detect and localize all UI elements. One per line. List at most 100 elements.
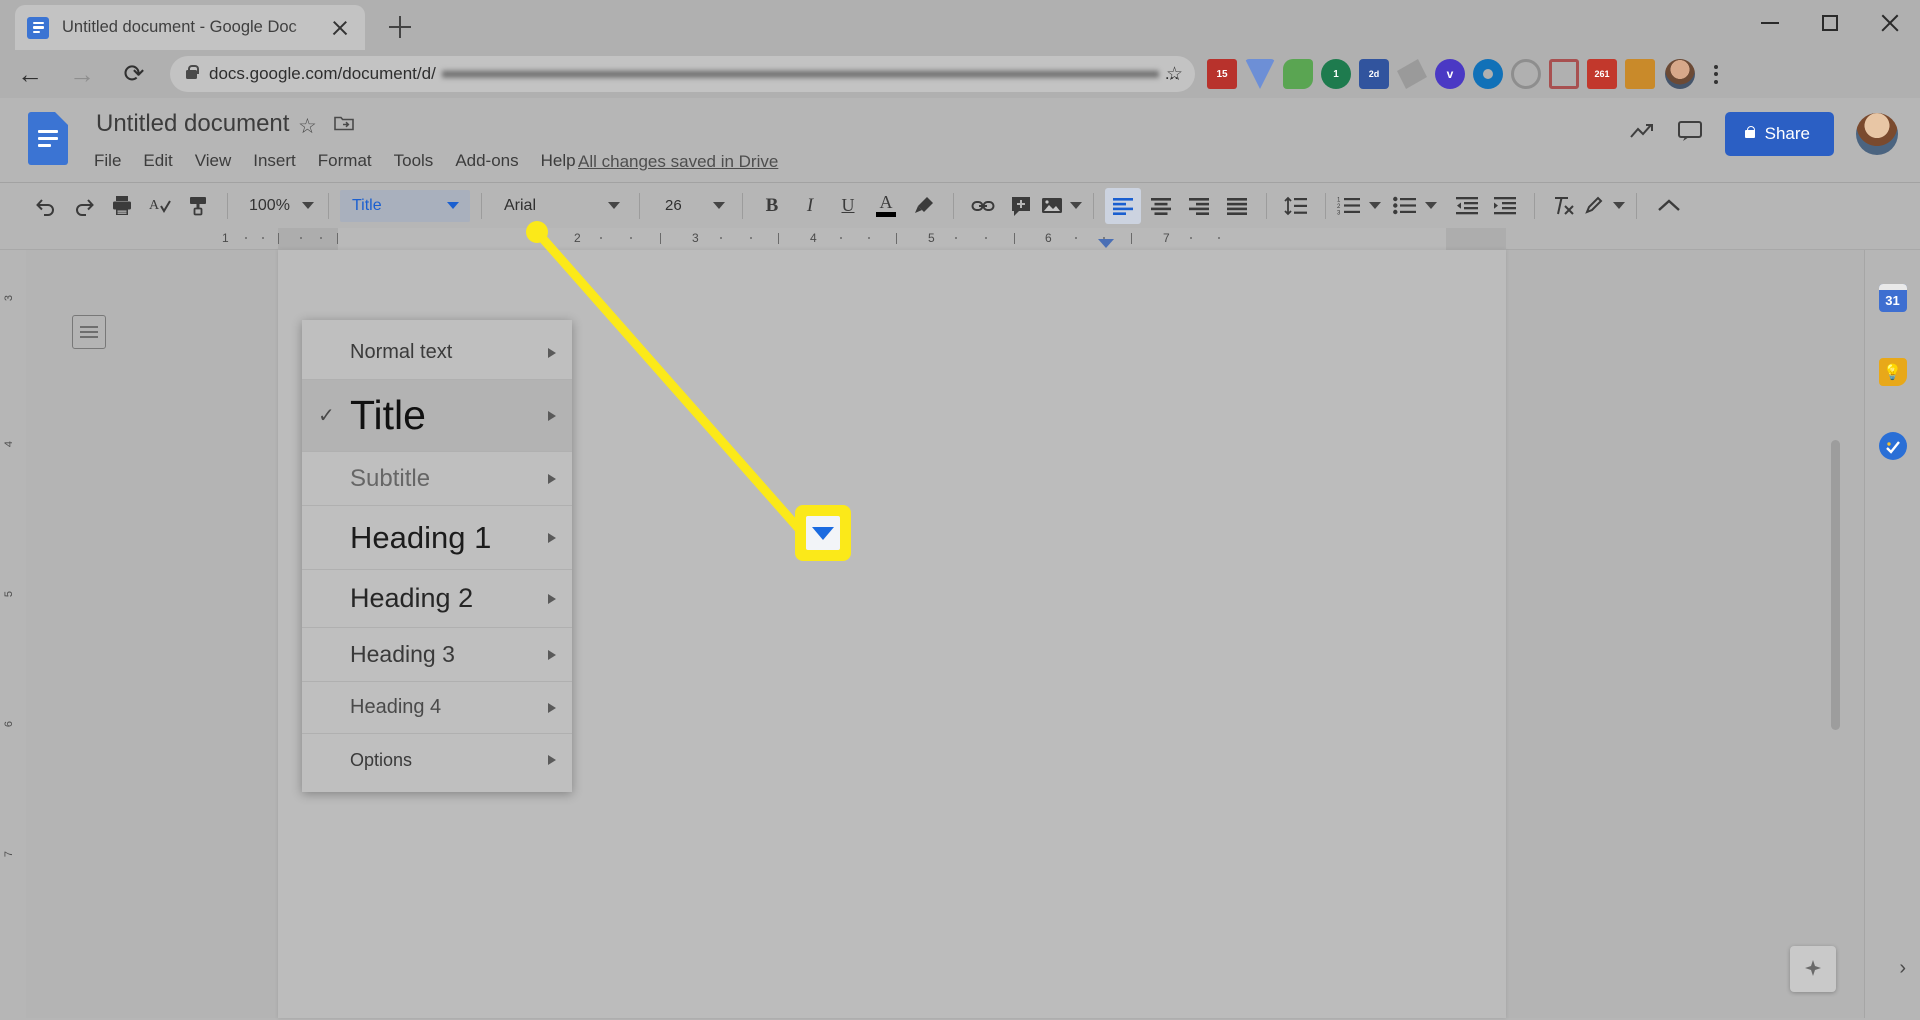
move-to-folder-icon[interactable]: [334, 114, 354, 137]
zoom-select[interactable]: 100%: [239, 188, 317, 224]
calendar-extension-icon[interactable]: 15: [1207, 59, 1237, 89]
text-color-letter: A: [879, 192, 893, 212]
explore-button[interactable]: [1790, 946, 1836, 992]
window-close-button[interactable]: [1860, 0, 1920, 46]
editing-mode-icon[interactable]: [1584, 188, 1625, 224]
url-input[interactable]: docs.google.com/document/d/ ... ☆: [170, 56, 1195, 92]
google-calendar-icon[interactable]: 31: [1878, 284, 1907, 312]
vertical-scrollbar[interactable]: [1831, 440, 1840, 730]
chili-extension-icon[interactable]: [1397, 59, 1427, 89]
forward-arrow-icon[interactable]: →: [60, 52, 104, 96]
align-justify-icon[interactable]: [1219, 188, 1255, 224]
close-tab-icon[interactable]: [327, 15, 353, 41]
document-title[interactable]: Untitled document: [96, 110, 289, 138]
style-option-heading-1[interactable]: Heading 1: [302, 506, 572, 570]
undo-icon[interactable]: [28, 188, 64, 224]
style-option-heading-4[interactable]: Heading 4: [302, 682, 572, 734]
bulleted-list-icon[interactable]: [1393, 188, 1437, 224]
font-family-select[interactable]: Arial: [493, 188, 628, 224]
right-indent-marker[interactable]: [1098, 239, 1114, 248]
align-right-icon[interactable]: [1181, 188, 1217, 224]
italic-button[interactable]: I: [792, 188, 828, 224]
expand-rail-icon[interactable]: ›: [1899, 957, 1906, 980]
increase-indent-icon[interactable]: [1487, 188, 1523, 224]
2d-extension-icon[interactable]: 2d: [1359, 59, 1389, 89]
chevron-down-icon: [713, 202, 725, 209]
font-size-select[interactable]: 26: [651, 188, 731, 224]
horizontal-ruler[interactable]: 1 2 3 4 5 6 7: [0, 228, 1920, 250]
menu-tools[interactable]: Tools: [394, 151, 434, 171]
style-option-title[interactable]: ✓ Title: [302, 380, 572, 452]
new-tab-button[interactable]: [383, 10, 417, 44]
collapse-toolbar-icon[interactable]: [1648, 188, 1690, 224]
window-maximize-button[interactable]: [1800, 0, 1860, 46]
comments-icon[interactable]: [1677, 119, 1703, 149]
y-extension-icon[interactable]: [1245, 59, 1275, 89]
google-keep-icon[interactable]: 💡: [1878, 358, 1907, 386]
style-option-heading-3[interactable]: Heading 3: [302, 628, 572, 682]
document-outline-icon[interactable]: [72, 315, 106, 349]
share-button[interactable]: Share: [1724, 112, 1834, 156]
menu-add-ons[interactable]: Add-ons: [455, 151, 518, 171]
numbered-list-icon[interactable]: 123: [1337, 188, 1381, 224]
box-extension-icon[interactable]: [1549, 59, 1579, 89]
menu-view[interactable]: View: [195, 151, 232, 171]
ring-extension-icon[interactable]: [1511, 59, 1541, 89]
print-icon[interactable]: [104, 188, 140, 224]
abp-extension-icon[interactable]: 261: [1587, 59, 1617, 89]
image-icon[interactable]: [1041, 188, 1082, 224]
style-option-normal-text[interactable]: Normal text: [302, 326, 572, 380]
bookmark-star-icon[interactable]: ☆: [1166, 63, 1183, 86]
clear-formatting-icon[interactable]: [1546, 188, 1582, 224]
browser-tab[interactable]: Untitled document - Google Doc: [15, 5, 365, 50]
google-docs-logo[interactable]: [28, 112, 68, 165]
reload-icon[interactable]: ⟳: [112, 52, 156, 96]
style-option-subtitle[interactable]: Subtitle: [302, 452, 572, 506]
text-color-swatch: [876, 212, 896, 217]
activity-dashboard-icon[interactable]: [1629, 120, 1655, 148]
google-tasks-icon[interactable]: [1878, 432, 1907, 460]
align-center-icon[interactable]: [1143, 188, 1179, 224]
menu-file[interactable]: File: [94, 151, 121, 171]
browser-profile-avatar[interactable]: [1665, 59, 1695, 89]
link-icon[interactable]: [965, 188, 1001, 224]
menu-format[interactable]: Format: [318, 151, 372, 171]
chevron-down-icon: [301, 202, 314, 209]
paragraph-styles-menu[interactable]: Normal text ✓ Title Subtitle Heading 1 H…: [302, 320, 572, 792]
align-left-icon[interactable]: [1105, 187, 1141, 224]
docs-header-actions: Share: [1629, 112, 1898, 156]
decrease-indent-icon[interactable]: [1449, 188, 1485, 224]
style-option-options[interactable]: Options: [302, 734, 572, 786]
comment-icon[interactable]: [1003, 188, 1039, 224]
calendar-day-number: 31: [1885, 293, 1900, 308]
chevron-down-icon: [608, 202, 620, 209]
toolbar-divider: [953, 192, 954, 219]
ruler-number: 5: [928, 231, 935, 245]
redo-icon[interactable]: [66, 188, 102, 224]
paint-format-icon[interactable]: [180, 188, 216, 224]
line-spacing-icon[interactable]: [1278, 188, 1314, 224]
underline-button[interactable]: U: [830, 188, 866, 224]
menu-edit[interactable]: Edit: [143, 151, 172, 171]
highlight-icon[interactable]: [906, 188, 942, 224]
evernote-extension-icon[interactable]: [1283, 59, 1313, 89]
account-avatar[interactable]: [1856, 113, 1898, 155]
star-document-icon[interactable]: ☆: [298, 114, 317, 139]
annotation-callout-inner: [806, 516, 840, 550]
chrome-menu-icon[interactable]: [1701, 57, 1731, 91]
text-color-button[interactable]: A: [868, 188, 904, 224]
bold-button[interactable]: B: [754, 188, 790, 224]
save-status-text[interactable]: All changes saved in Drive: [578, 152, 778, 172]
onenote-extension-icon[interactable]: 1: [1321, 59, 1351, 89]
style-option-heading-2[interactable]: Heading 2: [302, 570, 572, 628]
spell-check-icon[interactable]: A: [142, 188, 178, 224]
paragraph-style-select[interactable]: Title: [340, 189, 470, 222]
submenu-arrow-icon: [548, 702, 556, 713]
menu-insert[interactable]: Insert: [253, 151, 296, 171]
menu-help[interactable]: Help: [541, 151, 576, 171]
window-minimize-button[interactable]: [1740, 0, 1800, 46]
back-arrow-icon[interactable]: ←: [8, 52, 52, 96]
o-extension-icon[interactable]: [1473, 59, 1503, 89]
v-extension-icon[interactable]: v: [1435, 59, 1465, 89]
pocket-extension-icon[interactable]: [1625, 59, 1655, 89]
